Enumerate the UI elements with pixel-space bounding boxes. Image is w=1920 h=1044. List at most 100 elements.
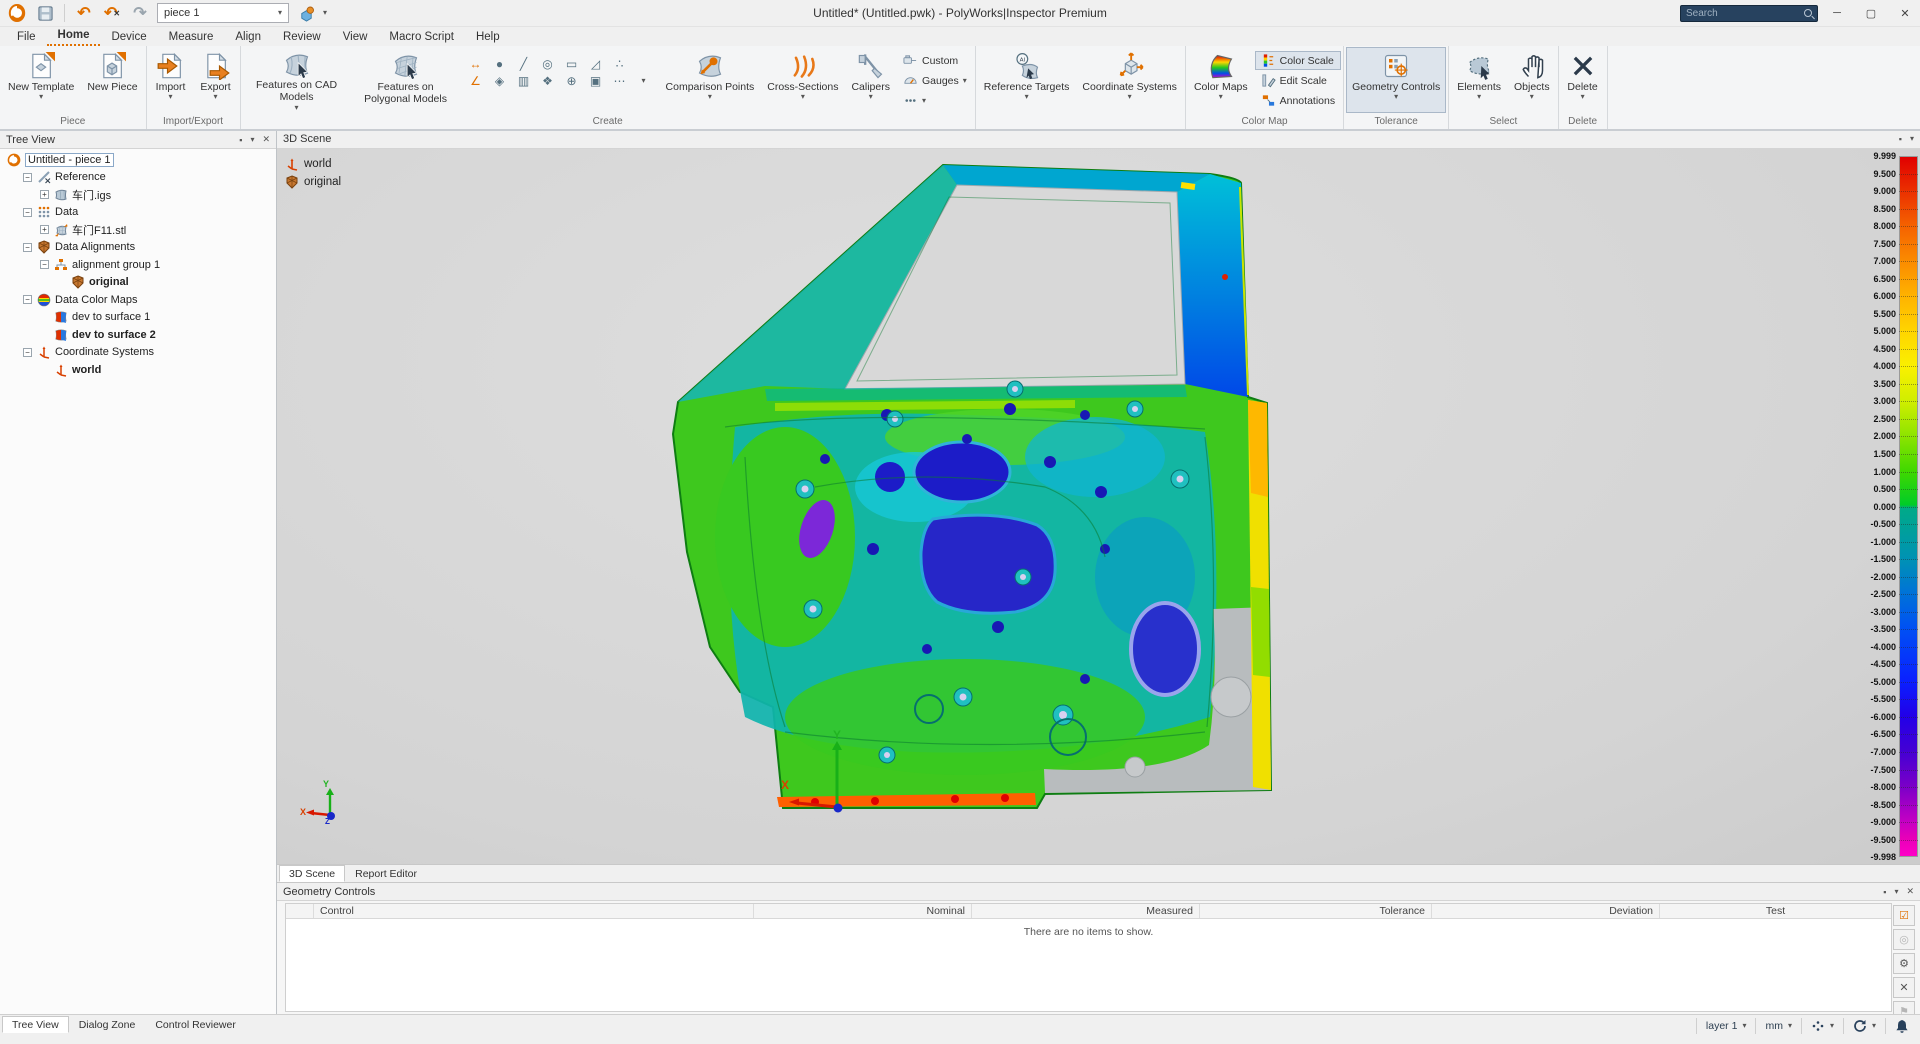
close-icon[interactable]: ✕ <box>262 134 270 145</box>
sphere-feature-icon[interactable]: ⊕ <box>567 75 577 87</box>
app-logo-icon[interactable] <box>6 2 28 24</box>
export-button[interactable]: Export▾ <box>194 47 238 113</box>
collapse-icon[interactable]: − <box>23 173 32 182</box>
search-input[interactable] <box>1686 8 1800 19</box>
tab-tree-view[interactable]: Tree View <box>2 1016 69 1033</box>
scene-label-world[interactable]: world <box>285 155 341 173</box>
column-nominal[interactable]: Nominal <box>754 904 972 918</box>
maximize-button[interactable]: ▢ <box>1856 0 1886 26</box>
color-scale-button[interactable]: Color Scale <box>1255 51 1341 70</box>
point-display-options[interactable]: ▾ <box>1804 1017 1841 1035</box>
color-scale[interactable]: 9.9999.5009.0008.5008.0007.5007.0006.500… <box>1882 149 1920 864</box>
expand-icon[interactable]: + <box>40 225 49 234</box>
objects-button[interactable]: Objects▾ <box>1508 47 1556 113</box>
redo-icon[interactable]: ↷ <box>129 2 151 24</box>
column-measured[interactable]: Measured <box>972 904 1200 918</box>
chevron-down-icon[interactable]: ▾ <box>250 136 254 144</box>
calipers-button[interactable]: Calipers▾ <box>845 47 896 113</box>
collapse-icon[interactable]: − <box>23 208 32 217</box>
tree-item-data-color-maps[interactable]: −Data Color Maps <box>0 291 276 309</box>
chevron-down-icon[interactable]: ▾ <box>1910 135 1914 143</box>
piece-info-icon[interactable] <box>295 2 317 24</box>
toolbar-options-icon[interactable]: ▾ <box>323 9 327 17</box>
import-button[interactable]: Import▾ <box>149 47 193 113</box>
comparison-points-button[interactable]: Comparison Points▾ <box>660 47 761 113</box>
collapse-icon[interactable]: − <box>23 243 32 252</box>
collapse-icon[interactable]: − <box>23 295 32 304</box>
annotations-button[interactable]: Annotations <box>1255 91 1341 110</box>
tree-item-world[interactable]: world <box>0 361 276 379</box>
search-box[interactable] <box>1680 5 1818 22</box>
box-feature-icon[interactable]: ▣ <box>590 75 601 87</box>
refresh-options[interactable]: ▾ <box>1846 1017 1883 1035</box>
pin-icon[interactable]: ▪ <box>239 135 242 145</box>
menu-review[interactable]: Review <box>272 29 332 46</box>
tree-item-untitled-piece-1[interactable]: Untitled - piece 1 <box>0 151 276 169</box>
tab-3d-scene[interactable]: 3D Scene <box>279 865 345 882</box>
tree-item-alignment-group-1[interactable]: −alignment group 1 <box>0 256 276 274</box>
notifications-button[interactable] <box>1888 1017 1916 1035</box>
features-on-cad-models-button[interactable]: Features on CAD Models▾ <box>243 47 351 113</box>
pin-icon[interactable]: ▪ <box>1899 134 1902 144</box>
column-tolerance[interactable]: Tolerance <box>1200 904 1432 918</box>
chevron-down-icon[interactable]: ▾ <box>642 77 646 85</box>
collapse-icon[interactable]: − <box>23 348 32 357</box>
menu-macro-script[interactable]: Macro Script <box>378 29 465 46</box>
expand-icon[interactable]: + <box>40 190 49 199</box>
tree-item-original[interactable]: original <box>0 274 276 292</box>
scene-viewport[interactable]: world original <box>277 149 1920 864</box>
elements-button[interactable]: Elements▾ <box>1451 47 1507 113</box>
gauges-button[interactable]: Gauges▾ <box>897 71 973 90</box>
line-feature-icon[interactable]: ╱ <box>520 58 527 70</box>
pin-icon[interactable]: ▪ <box>1883 887 1886 897</box>
tree-item-data-alignments[interactable]: −Data Alignments <box>0 239 276 257</box>
tree-item-reference[interactable]: −Reference <box>0 169 276 187</box>
point-cloud-feature-icon[interactable]: ∴ <box>616 58 624 70</box>
menu-file[interactable]: File <box>6 29 47 46</box>
point-feature-icon[interactable]: ● <box>496 58 503 70</box>
delete-button[interactable]: Delete▾ <box>1561 47 1605 113</box>
globe-icon[interactable]: ◎ <box>1893 929 1915 950</box>
undo-all-icon[interactable]: ↶✕ <box>101 2 123 24</box>
cylinder-feature-icon[interactable]: ▥ <box>518 75 529 87</box>
tree-item-coordinate-systems[interactable]: −Coordinate Systems <box>0 344 276 362</box>
column-deviation[interactable]: Deviation <box>1432 904 1660 918</box>
tree-item-data[interactable]: −Data <box>0 204 276 222</box>
chevron-down-icon[interactable]: ▾ <box>1894 888 1898 896</box>
edit-scale-button[interactable]: Edit Scale <box>1255 71 1341 90</box>
circle-feature-icon[interactable]: ◎ <box>542 58 552 70</box>
distance-feature-icon[interactable]: ↔ <box>470 58 482 70</box>
control-checklist-icon[interactable]: ☑ <box>1893 905 1915 926</box>
tree-item-车门f11-stl[interactable]: +车门F11.stl <box>0 221 276 239</box>
tree-item-车门-igs[interactable]: +车门.igs <box>0 186 276 204</box>
close-button[interactable]: ✕ <box>1890 0 1920 26</box>
wrench-icon[interactable]: ⚙ <box>1893 953 1915 974</box>
geometry-controls-button[interactable]: Geometry Controls▾ <box>1346 47 1446 113</box>
menu-align[interactable]: Align <box>224 29 272 46</box>
menu-device[interactable]: Device <box>100 29 157 46</box>
plane-feature-icon[interactable]: ◈ <box>495 75 504 87</box>
polyline-feature-icon[interactable]: ◿ <box>591 58 600 70</box>
tab-dialog-zone[interactable]: Dialog Zone <box>69 1016 146 1033</box>
collapse-icon[interactable]: − <box>40 260 49 269</box>
menu-measure[interactable]: Measure <box>158 29 225 46</box>
new-piece-button[interactable]: New Piece <box>81 47 143 113</box>
menu-help[interactable]: Help <box>465 29 511 46</box>
menu-view[interactable]: View <box>332 29 379 46</box>
reference-targets-button[interactable]: AIReference Targets▾ <box>978 47 1076 113</box>
column-icon[interactable] <box>286 904 314 918</box>
piece-selector[interactable]: piece 1 ▾ <box>157 3 289 23</box>
cross-sections-button[interactable]: Cross-Sections▾ <box>761 47 844 113</box>
close-icon[interactable]: ✕ <box>1906 886 1914 897</box>
column-test[interactable]: Test <box>1660 904 1891 918</box>
search-icon[interactable] <box>1804 9 1812 17</box>
units-selector[interactable]: mm ▾ <box>1758 1017 1799 1035</box>
tree-item-dev-to-surface-1[interactable]: dev to surface 1 <box>0 309 276 327</box>
menu-home[interactable]: Home <box>47 27 101 46</box>
undo-icon[interactable]: ↶ <box>73 2 95 24</box>
coordinate-systems-button[interactable]: Coordinate Systems▾ <box>1076 47 1183 113</box>
new-template-button[interactable]: New Template▾ <box>2 47 80 113</box>
column-control[interactable]: Control <box>314 904 754 918</box>
tab-report-editor[interactable]: Report Editor <box>345 865 427 882</box>
custom-button[interactable]: Custom <box>897 51 973 70</box>
